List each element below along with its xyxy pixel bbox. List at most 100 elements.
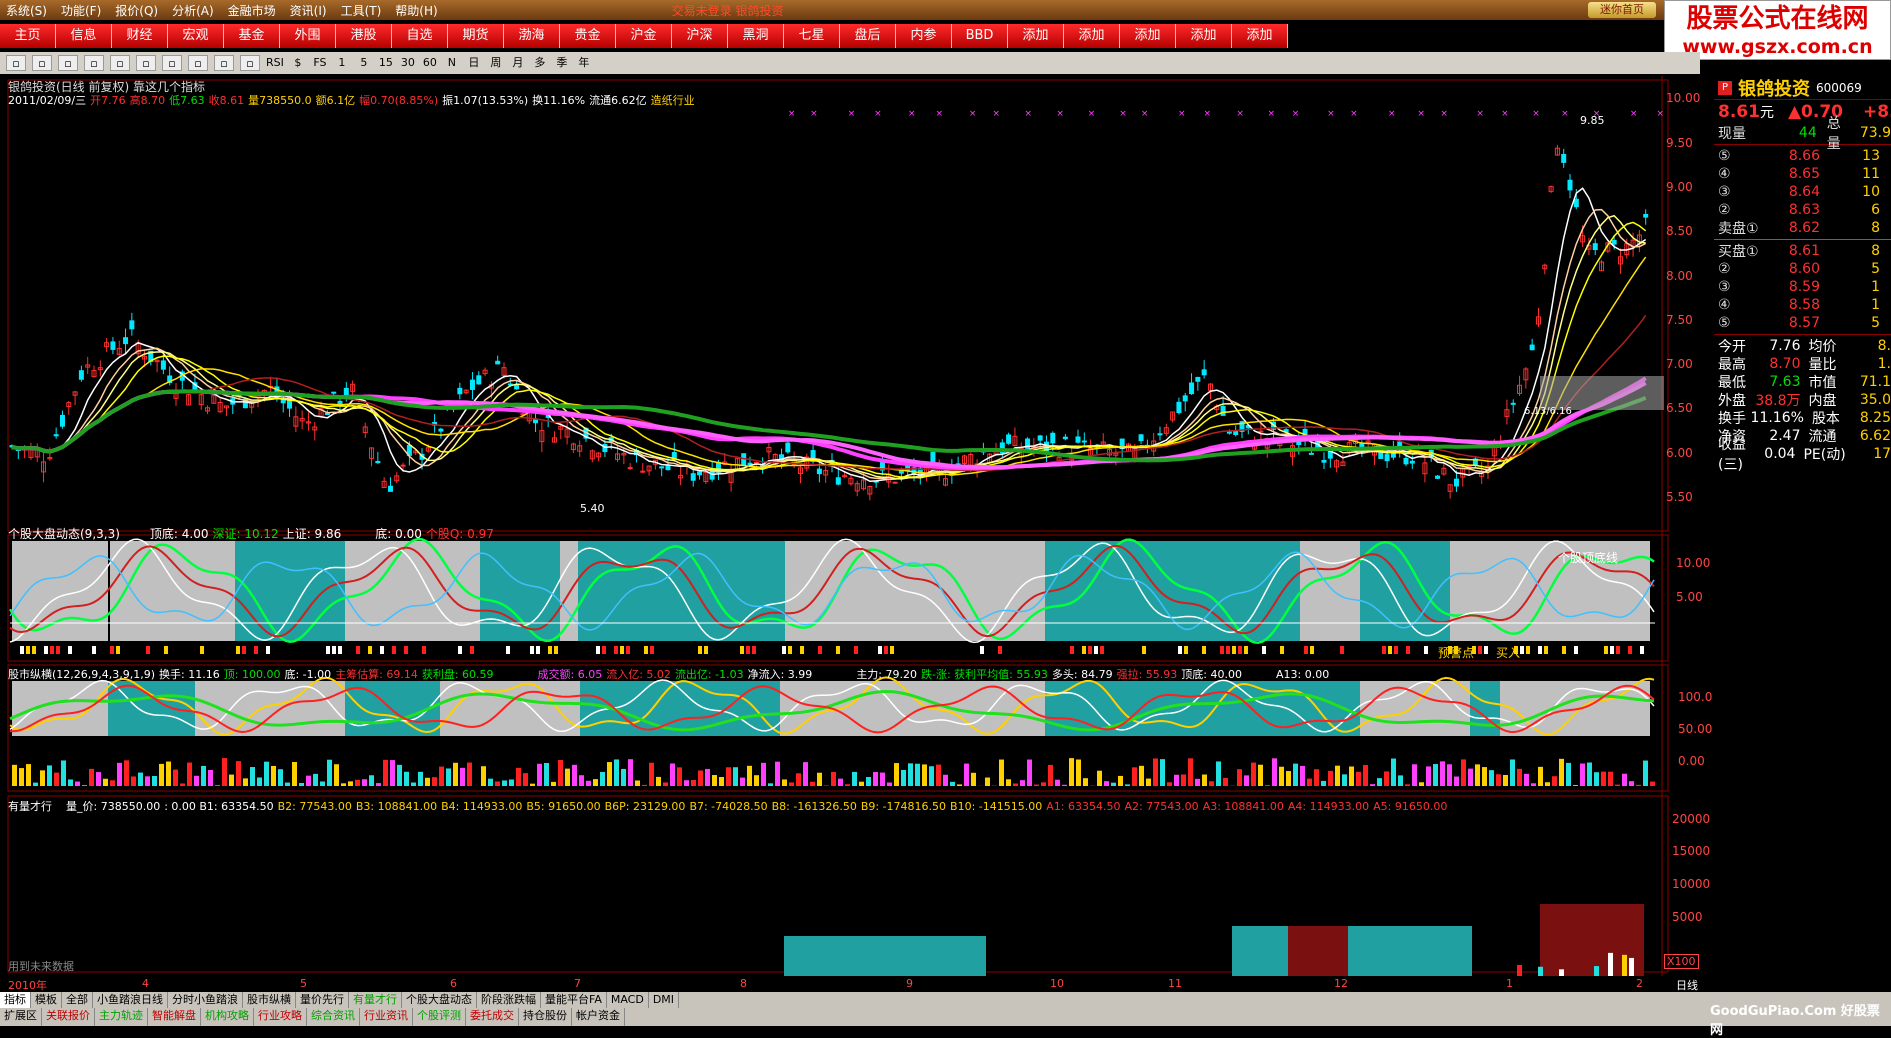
toolbar-button[interactable]: 5 <box>356 55 372 71</box>
book-row[interactable]: ③8.591 <box>1714 278 1891 296</box>
book-row[interactable]: 卖盘①8.628 <box>1714 219 1891 237</box>
menu-help[interactable]: 帮助(H) <box>395 2 437 19</box>
signal-bar <box>752 646 756 654</box>
nav-tab[interactable]: 自选 <box>392 24 448 48</box>
menu-market[interactable]: 金融市场 <box>228 2 276 19</box>
toolbar-button[interactable]: RSI <box>266 55 284 71</box>
menu-info[interactable]: 资讯(I) <box>290 2 327 19</box>
tool-icon[interactable]: ▫ <box>84 55 104 71</box>
indicator-tab[interactable]: 有量才行 <box>349 992 402 1008</box>
toolbar-button[interactable]: 季 <box>554 55 570 71</box>
volume-bar <box>1468 769 1473 786</box>
volume-bar <box>957 784 962 786</box>
extension-tab[interactable]: 帐户资金 <box>572 1008 625 1026</box>
tool-icon[interactable]: ▫ <box>32 55 52 71</box>
extension-tab[interactable]: 机构攻略 <box>201 1008 254 1026</box>
indicator-tab[interactable]: 全部 <box>62 992 93 1008</box>
nav-tab[interactable]: 盘后 <box>840 24 896 48</box>
nav-tab[interactable]: 渤海 <box>504 24 560 48</box>
toolbar-button[interactable]: 年 <box>576 55 592 71</box>
nav-tab[interactable]: 主页 <box>0 24 56 48</box>
extension-tab[interactable]: 关联报价 <box>42 1008 95 1026</box>
toolbar-button[interactable]: 多 <box>532 55 548 71</box>
book-row[interactable]: ③8.6410 <box>1714 183 1891 201</box>
indicator-tab[interactable]: 指标 <box>0 992 31 1008</box>
extension-tab[interactable]: 主力轨迹 <box>95 1008 148 1026</box>
indicator-tab[interactable]: 量能平台FA <box>541 992 607 1008</box>
extension-tab[interactable]: 行业攻略 <box>254 1008 307 1026</box>
toolbar-button[interactable]: 周 <box>488 55 504 71</box>
nav-tab[interactable]: 外围 <box>280 24 336 48</box>
toolbar-button[interactable]: $ <box>290 55 306 71</box>
volume-bar <box>1216 761 1221 786</box>
tool-icon[interactable]: ▫ <box>188 55 208 71</box>
nav-tab[interactable]: 港股 <box>336 24 392 48</box>
menu-system[interactable]: 系统(S) <box>6 2 47 19</box>
toolbar-button[interactable]: FS <box>312 55 328 71</box>
tool-icon[interactable]: ▫ <box>6 55 26 71</box>
indicator-tab[interactable]: 个股大盘动态 <box>402 992 477 1008</box>
nav-tab[interactable]: 期货 <box>448 24 504 48</box>
indicator-tab[interactable]: DMI <box>649 992 679 1008</box>
toolbar-button[interactable]: 1 <box>334 55 350 71</box>
tool-icon[interactable]: ▫ <box>58 55 78 71</box>
tool-icon[interactable]: ▫ <box>240 55 260 71</box>
book-qty: 13 <box>1820 148 1880 164</box>
indicator-tab[interactable]: 量价先行 <box>296 992 349 1008</box>
indicator-tab[interactable]: 小鱼踏浪日线 <box>93 992 168 1008</box>
menu-analysis[interactable]: 分析(A) <box>172 2 214 19</box>
book-row[interactable]: ⑤8.6613 <box>1714 147 1891 165</box>
extension-tab[interactable]: 扩展区 <box>0 1008 42 1026</box>
extension-tab[interactable]: 持仓股份 <box>519 1008 572 1026</box>
book-row[interactable]: ⑤8.575 <box>1714 314 1891 332</box>
nav-tab[interactable]: 宏观 <box>168 24 224 48</box>
extension-tab[interactable]: 智能解盘 <box>148 1008 201 1026</box>
book-row[interactable]: 买盘①8.618 <box>1714 242 1891 260</box>
nav-tab[interactable]: 添加 <box>1064 24 1120 48</box>
book-row[interactable]: ②8.605 <box>1714 260 1891 278</box>
mini-home-button[interactable]: 迷你首页 <box>1588 2 1656 18</box>
menu-function[interactable]: 功能(F) <box>61 2 101 19</box>
ad-banner[interactable]: 股票公式在线网 www.gszx.com.cn <box>1664 0 1891 60</box>
nav-tab[interactable]: 添加 <box>1120 24 1176 48</box>
tool-icon[interactable]: ▫ <box>110 55 130 71</box>
nav-tab[interactable]: 七星 <box>784 24 840 48</box>
book-row[interactable]: ④8.6511 <box>1714 165 1891 183</box>
indicator-tab[interactable]: 股市纵横 <box>243 992 296 1008</box>
nav-tab[interactable]: 信息 <box>56 24 112 48</box>
menu-tools[interactable]: 工具(T) <box>341 2 382 19</box>
extension-tab[interactable]: 个股评测 <box>413 1008 466 1026</box>
nav-tab[interactable]: 基金 <box>224 24 280 48</box>
tool-icon[interactable]: ▫ <box>136 55 156 71</box>
nav-tab[interactable]: 黑洞 <box>728 24 784 48</box>
toolbar-button[interactable]: N <box>444 55 460 71</box>
toolbar-button[interactable]: 30 <box>400 55 416 71</box>
extension-tab[interactable]: 委托成交 <box>466 1008 519 1026</box>
nav-tab[interactable]: 贵金 <box>560 24 616 48</box>
toolbar-button[interactable]: 月 <box>510 55 526 71</box>
tool-icon[interactable]: ▫ <box>162 55 182 71</box>
nav-tab[interactable]: 添加 <box>1232 24 1288 48</box>
menu-quote[interactable]: 报价(Q) <box>115 2 158 19</box>
nav-tab[interactable]: 沪金 <box>616 24 672 48</box>
book-row[interactable]: ②8.636 <box>1714 201 1891 219</box>
nav-tab[interactable]: 财经 <box>112 24 168 48</box>
extension-tab[interactable]: 行业资讯 <box>360 1008 413 1026</box>
toolbar-button[interactable]: 60 <box>422 55 438 71</box>
nav-tab[interactable]: 添加 <box>1176 24 1232 48</box>
nav-tab[interactable]: 添加 <box>1008 24 1064 48</box>
toolbar-button[interactable]: 日 <box>466 55 482 71</box>
tool-icon[interactable]: ▫ <box>214 55 234 71</box>
stat-cell: 流通 <box>1809 426 1843 446</box>
book-row[interactable]: ④8.581 <box>1714 296 1891 314</box>
nav-tab[interactable]: 沪深 <box>672 24 728 48</box>
indicator-tab[interactable]: 模板 <box>31 992 62 1008</box>
toolbar-button[interactable]: 15 <box>378 55 394 71</box>
marker-dot: × <box>1561 109 1569 119</box>
nav-tab[interactable]: 内参 <box>896 24 952 48</box>
indicator-tab[interactable]: MACD <box>607 992 649 1008</box>
extension-tab[interactable]: 综合资讯 <box>307 1008 360 1026</box>
indicator-tab[interactable]: 阶段涨跌幅 <box>477 992 541 1008</box>
nav-tab[interactable]: BBD <box>952 24 1008 48</box>
indicator-tab[interactable]: 分时小鱼踏浪 <box>168 992 243 1008</box>
